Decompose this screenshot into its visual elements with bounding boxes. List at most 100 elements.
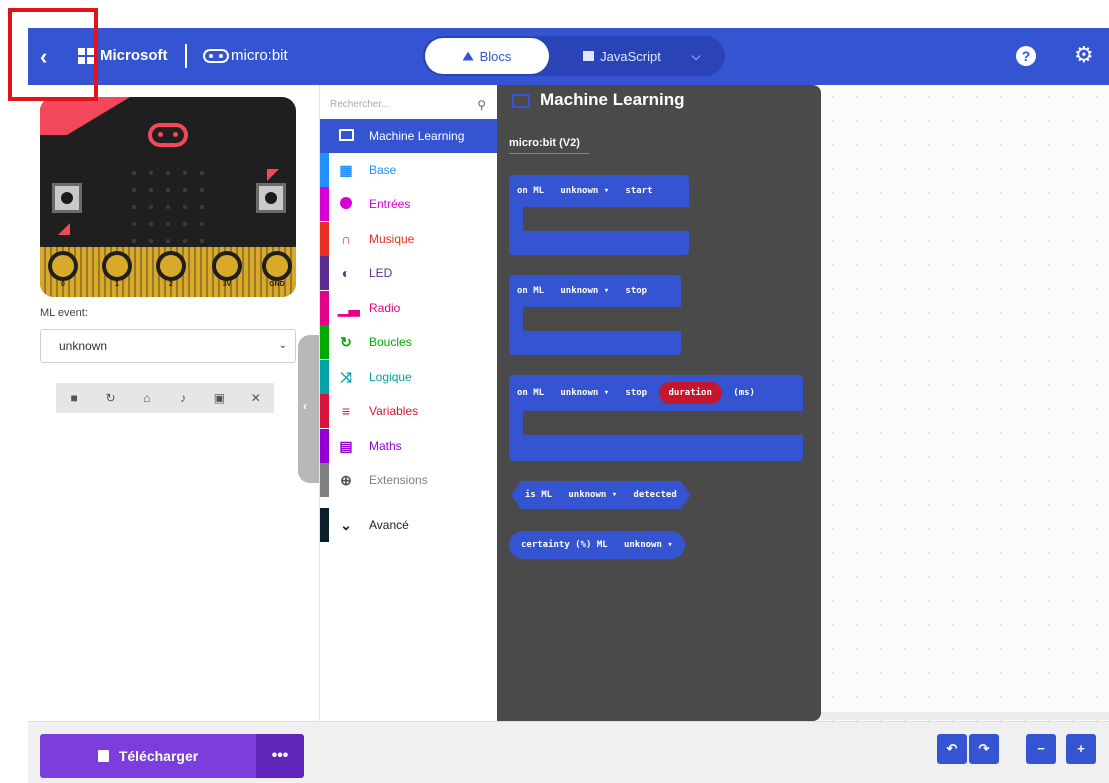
category-label: Extensions (369, 473, 428, 487)
zoom-in-button[interactable]: + (1066, 734, 1096, 764)
event-dropdown[interactable]: unknown ▾ (624, 540, 673, 550)
board-button-a[interactable] (52, 183, 82, 213)
event-dropdown[interactable]: unknown ▾ (560, 186, 609, 196)
edge-connector: 0 1 2 3V GND (40, 247, 296, 297)
pin-gnd[interactable] (262, 251, 292, 281)
microsoft-logo-icon (78, 48, 94, 64)
led-matrix (126, 165, 210, 249)
category-advanced[interactable]: ⌄ Avancé (320, 508, 498, 542)
headphones-icon: ∩ (340, 231, 352, 247)
category-logic[interactable]: ⤨ Logique (320, 360, 498, 394)
stop-icon[interactable]: ■ (64, 391, 84, 405)
header-bar: ‹ Microsoft micro:bit Blocs JavaScript ⌵… (28, 28, 1109, 85)
chevron-left-icon: ‹ (303, 399, 307, 413)
undo-button[interactable]: ↶ (937, 734, 967, 764)
editor-mode-switch: Blocs JavaScript ⌵ (423, 36, 725, 76)
javascript-icon (583, 51, 595, 61)
pin-3v[interactable] (212, 251, 242, 281)
sound-icon[interactable]: ♪ (173, 391, 193, 405)
workspace-horizontal-scrollbar[interactable] (821, 712, 1109, 720)
collapse-simulator-handle[interactable]: ‹ (298, 335, 320, 483)
help-icon[interactable]: ? (1016, 46, 1036, 66)
toggle-icon: ◐ (341, 265, 351, 281)
flyout-title: Machine Learning (540, 90, 685, 109)
signal-icon: ▁▃ (338, 300, 360, 316)
search-icon: ⚲ (477, 98, 486, 112)
back-icon[interactable]: ‹ (40, 45, 64, 69)
chevron-down-icon: ⌄ (278, 340, 287, 351)
download-label: Télécharger (118, 748, 199, 764)
category-label: Machine Learning (369, 129, 465, 143)
category-extensions[interactable]: ⊕ Extensions (320, 463, 498, 497)
pin-0-label: 0 (61, 281, 65, 288)
block-certainty-ml[interactable]: certainty (%) ML unknown ▾ (509, 531, 685, 559)
duration-parameter[interactable]: duration (658, 382, 722, 404)
plus-circle-icon: ⊕ (340, 472, 352, 488)
block-is-ml-detected[interactable]: is ML unknown ▾ detected (511, 481, 691, 509)
event-dropdown[interactable]: unknown ▾ (568, 490, 617, 500)
blocks-icon (462, 51, 474, 61)
event-dropdown[interactable]: unknown ▾ (560, 286, 609, 296)
category-label: Base (369, 163, 397, 177)
category-music[interactable]: ∩ Musique (320, 222, 498, 256)
settings-gear-icon[interactable]: ⚙ (1074, 42, 1094, 68)
blocks-flyout: Machine Learning micro:bit (V2) on ML un… (497, 85, 821, 721)
monitor-icon (512, 94, 530, 108)
category-label: Logique (369, 370, 412, 384)
zoom-out-button[interactable]: − (1026, 734, 1056, 764)
download-button[interactable]: Télécharger (40, 734, 256, 778)
debug-icon[interactable]: ⌂ (137, 391, 157, 405)
category-label: Maths (369, 439, 402, 453)
product-label: micro:bit (231, 47, 288, 64)
category-math[interactable]: ▤ Maths (320, 429, 498, 463)
category-machine-learning[interactable]: Machine Learning (320, 119, 498, 153)
pin-1[interactable] (102, 251, 132, 281)
ml-event-select[interactable]: unknown ⌄ (40, 329, 296, 363)
restart-icon[interactable]: ↻ (100, 391, 120, 405)
block-on-ml-stop[interactable]: on ML unknown ▾ stop (509, 275, 681, 307)
category-loops[interactable]: ↻ Boucles (320, 325, 498, 359)
category-radio[interactable]: ▁▃ Radio (320, 291, 498, 325)
category-inputs[interactable]: Entrées (320, 187, 498, 221)
microbit-logo-icon (203, 49, 229, 63)
board-touch-logo-icon[interactable] (148, 123, 188, 147)
fullscreen-icon[interactable]: ✕ (246, 391, 266, 405)
simulator-toolbar: ■ ↻ ⌂ ♪ ▣ ✕ (56, 383, 274, 413)
button-a-indicator-icon (58, 223, 70, 235)
blocks-workspace[interactable] (821, 85, 1109, 721)
grid-icon: ▦ (339, 162, 353, 178)
block-on-ml-stop-duration[interactable]: on ML unknown ▾ stop duration (ms) (509, 375, 803, 411)
pin-2[interactable] (156, 251, 186, 281)
category-label: Musique (369, 232, 415, 246)
tab-blocks[interactable]: Blocs (425, 38, 549, 74)
shuffle-icon: ⤨ (340, 369, 352, 385)
event-dropdown[interactable]: unknown ▾ (560, 388, 609, 398)
more-options-button[interactable]: ••• (256, 734, 304, 778)
simulator-panel: 0 1 2 3V GND ML event: unknown ⌄ ■ ↻ ⌂ ♪… (28, 85, 319, 721)
toolbox-search-input[interactable]: Rechercher... ⚲ (330, 91, 492, 119)
makecode-editor: ‹ Microsoft micro:bit Blocs JavaScript ⌵… (0, 0, 1109, 783)
category-label: Variables (369, 404, 419, 418)
target-icon (338, 196, 354, 212)
block-on-ml-start[interactable]: on ML unknown ▾ start (509, 175, 689, 207)
category-label: Entrées (369, 197, 411, 211)
category-variables[interactable]: ≡ Variables (320, 394, 498, 428)
language-dropdown-chevron-icon[interactable]: ⌵ (685, 46, 707, 66)
board-corner-flag (40, 97, 130, 135)
monitor-icon (338, 128, 354, 144)
category-led[interactable]: ◐ LED (320, 256, 498, 290)
button-b-indicator-icon (267, 169, 279, 181)
pin-2-label: 2 (169, 281, 173, 288)
loop-icon: ↻ (340, 334, 352, 350)
tab-javascript[interactable]: JavaScript (563, 38, 681, 74)
chevron-down-icon: ⌄ (340, 517, 352, 533)
redo-button[interactable]: ↷ (969, 734, 999, 764)
microbit-board[interactable]: 0 1 2 3V GND (40, 97, 296, 297)
screenshot-icon[interactable]: ▣ (209, 391, 229, 405)
category-label: LED (369, 266, 393, 280)
header-divider (185, 44, 187, 68)
pin-0[interactable] (48, 251, 78, 281)
calculator-icon: ▤ (339, 438, 353, 454)
category-base[interactable]: ▦ Base (320, 153, 498, 187)
board-button-b[interactable] (256, 183, 286, 213)
